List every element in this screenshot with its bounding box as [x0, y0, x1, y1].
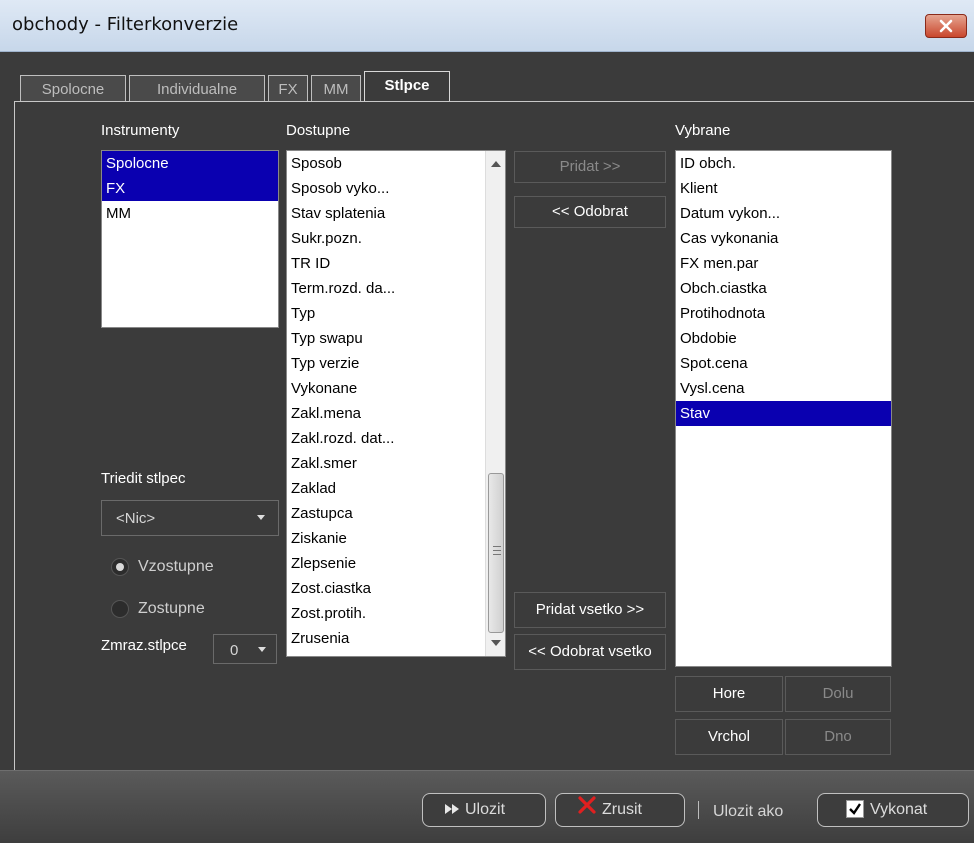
- scroll-thumb[interactable]: [488, 473, 504, 633]
- freeze-label: Zmraz.stlpce: [101, 637, 187, 654]
- list-item[interactable]: Zaklad: [287, 476, 505, 501]
- list-item[interactable]: Zlepsenie: [287, 551, 505, 576]
- list-item[interactable]: Vykonane: [287, 376, 505, 401]
- sort-ascending-radio[interactable]: [111, 558, 129, 576]
- list-item[interactable]: Stav: [676, 401, 891, 426]
- available-scrollbar[interactable]: [485, 151, 505, 656]
- selected-label: Vybrane: [675, 122, 731, 139]
- grip-icon: [493, 554, 501, 555]
- move-bottom-button[interactable]: Dno: [785, 719, 891, 755]
- cancel-x-icon: [578, 794, 596, 826]
- list-item[interactable]: Ziskanie: [287, 526, 505, 551]
- move-top-button[interactable]: Vrchol: [675, 719, 783, 755]
- tab-fx[interactable]: FX: [268, 75, 308, 102]
- sort-column-select[interactable]: <Nic>: [101, 500, 279, 536]
- remove-button[interactable]: << Odobrat: [514, 196, 666, 228]
- remove-all-button[interactable]: << Odobrat vsetko: [514, 634, 666, 670]
- sort-descending-radio[interactable]: [111, 600, 129, 618]
- tab-stlpce[interactable]: Stlpce: [364, 71, 450, 102]
- list-item[interactable]: Obdobie: [676, 326, 891, 351]
- list-item[interactable]: Zost.ciastka: [287, 576, 505, 601]
- sort-label: Triedit stlpec: [101, 470, 186, 487]
- tab-individualne[interactable]: Individualne: [129, 75, 265, 102]
- window-title: obchody - Filterkonverzie: [12, 14, 239, 35]
- selected-columns-list[interactable]: ID obch. Klient Datum vykon... Cas vykonani…: [675, 150, 892, 667]
- list-item[interactable]: MM: [102, 201, 278, 226]
- scroll-up-icon[interactable]: [491, 161, 501, 167]
- fast-forward-icon: [445, 794, 459, 826]
- save-as-link[interactable]: Ulozit ako: [713, 803, 783, 821]
- close-icon: [939, 19, 953, 33]
- title-bar: obchody - Filterkonverzie: [0, 0, 974, 52]
- list-item[interactable]: Zrusenia: [287, 626, 505, 651]
- tab-spolocne[interactable]: Spolocne: [20, 75, 126, 102]
- list-item[interactable]: Typ verzie: [287, 351, 505, 376]
- add-button[interactable]: Pridat >>: [514, 151, 666, 183]
- list-item[interactable]: Sposob: [287, 151, 505, 176]
- tab-mm[interactable]: MM: [311, 75, 361, 102]
- list-item[interactable]: Typ: [287, 301, 505, 326]
- close-button[interactable]: [925, 14, 967, 38]
- list-item[interactable]: Zastupca: [287, 501, 505, 526]
- available-items: Sposob Sposob vyko... Stav splatenia Sukr.p…: [287, 151, 505, 651]
- list-item[interactable]: Datum vykon...: [676, 201, 891, 226]
- list-item[interactable]: Zakl.smer: [287, 451, 505, 476]
- add-all-button[interactable]: Pridat vsetko >>: [514, 592, 666, 628]
- list-item[interactable]: Protihodnota: [676, 301, 891, 326]
- grip-icon: [493, 546, 501, 547]
- available-list[interactable]: Sposob Sposob vyko... Stav splatenia Sukr.p…: [286, 150, 506, 657]
- list-item[interactable]: Zost.protih.: [287, 601, 505, 626]
- separator: [698, 801, 699, 819]
- list-item[interactable]: Spolocne: [102, 151, 278, 176]
- cancel-button[interactable]: Zrusit: [555, 793, 685, 827]
- sort-descending-label: Zostupne: [138, 600, 205, 617]
- list-item[interactable]: Term.rozd. da...: [287, 276, 505, 301]
- instruments-label: Instrumenty: [101, 122, 180, 139]
- chevron-down-icon: [257, 515, 265, 520]
- save-button-label: Ulozit: [465, 801, 506, 819]
- list-item[interactable]: Stav splatenia: [287, 201, 505, 226]
- list-item[interactable]: Vysl.cena: [676, 376, 891, 401]
- freeze-columns-value: 0: [230, 642, 239, 659]
- scroll-down-icon[interactable]: [491, 640, 501, 646]
- sort-ascending-label: Vzostupne: [138, 558, 214, 575]
- cancel-button-label: Zrusit: [602, 801, 642, 819]
- footer-bar: Ulozit Zrusit Ulozit ako Vykonat: [0, 770, 974, 843]
- list-item[interactable]: ID obch.: [676, 151, 891, 176]
- move-up-button[interactable]: Hore: [675, 676, 783, 712]
- list-item[interactable]: Typ swapu: [287, 326, 505, 351]
- list-item[interactable]: Obch.ciastka: [676, 276, 891, 301]
- list-item[interactable]: Cas vykonania: [676, 226, 891, 251]
- instruments-list[interactable]: Spolocne FX MM: [101, 150, 279, 328]
- list-item[interactable]: FX men.par: [676, 251, 891, 276]
- move-down-button[interactable]: Dolu: [785, 676, 891, 712]
- execute-button[interactable]: Vykonat: [817, 793, 969, 827]
- execute-button-label: Vykonat: [870, 801, 928, 818]
- list-item[interactable]: Zakl.mena: [287, 401, 505, 426]
- chevron-down-icon: [258, 647, 266, 652]
- list-item[interactable]: Zakl.rozd. dat...: [287, 426, 505, 451]
- grip-icon: [493, 550, 501, 551]
- list-item[interactable]: Klient: [676, 176, 891, 201]
- list-item[interactable]: Spot.cena: [676, 351, 891, 376]
- available-label: Dostupne: [286, 122, 351, 139]
- list-item[interactable]: Sposob vyko...: [287, 176, 505, 201]
- sort-column-value: <Nic>: [116, 510, 156, 527]
- list-item[interactable]: FX: [102, 176, 278, 201]
- list-item[interactable]: TR ID: [287, 251, 505, 276]
- save-button[interactable]: Ulozit: [422, 793, 546, 827]
- check-icon: [846, 799, 864, 818]
- freeze-columns-select[interactable]: 0: [213, 634, 277, 664]
- list-item[interactable]: Sukr.pozn.: [287, 226, 505, 251]
